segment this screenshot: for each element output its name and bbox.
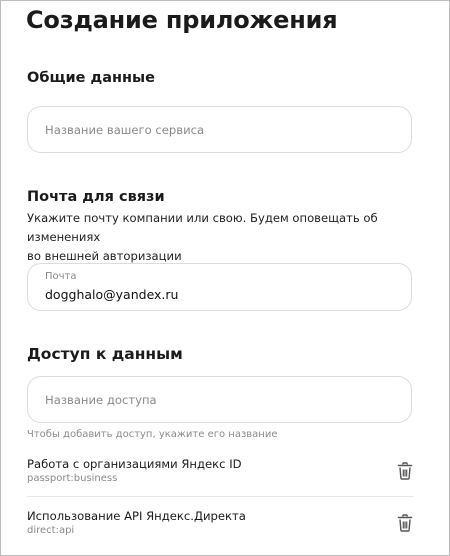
page-title: Создание приложения [26,6,338,34]
access-item-title: Работа с организациями Яндекс ID [27,457,242,471]
service-name-placeholder: Название вашего сервиса [45,123,205,137]
trash-icon[interactable] [397,462,413,480]
contact-description: Укажите почту компании или свою. Будем о… [27,209,427,266]
access-name-placeholder: Название доступа [45,393,157,407]
access-item-scope: passport:business [27,473,118,484]
access-name-input[interactable]: Название доступа [27,376,412,423]
email-field[interactable]: Почта dogghalo@yandex.ru [27,263,412,311]
general-section-heading: Общие данные [27,70,156,86]
access-item-title: Использование API Яндекс.Директа [27,509,246,523]
access-section-heading: Доступ к данным [27,345,183,363]
list-divider [27,496,414,497]
service-name-input[interactable]: Название вашего сервиса [27,106,412,153]
access-hint: Чтобы добавить доступ, укажите его назва… [27,429,278,440]
email-field-label: Почта [45,271,77,282]
contact-description-line1: Укажите почту компании или свою. Будем о… [27,211,378,244]
trash-icon[interactable] [397,514,413,532]
email-field-value: dogghalo@yandex.ru [45,287,179,302]
access-item-scope: direct:api [27,525,75,536]
contact-section-heading: Почта для связи [27,189,165,205]
